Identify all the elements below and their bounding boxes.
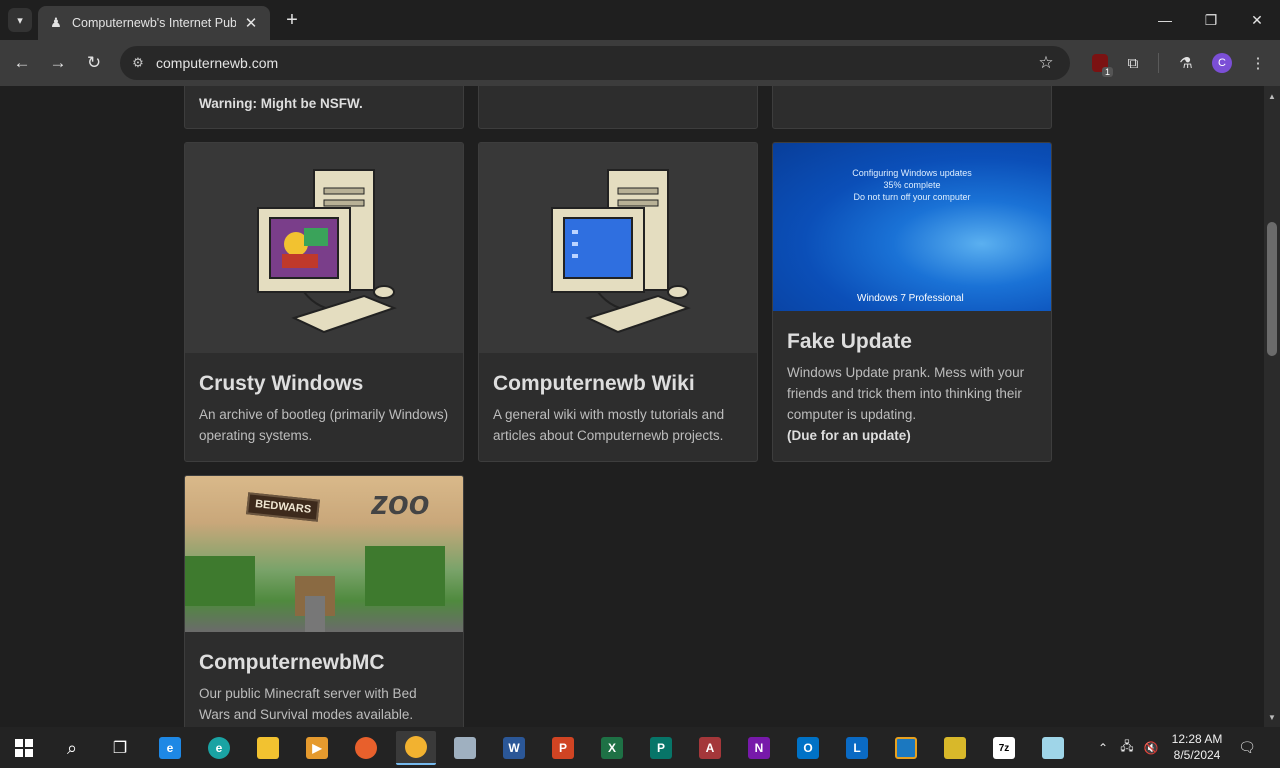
tray-chevron-icon[interactable]: ⌃ <box>1092 727 1114 768</box>
media-player-icon[interactable]: ▶ <box>297 731 337 765</box>
tab-close-icon[interactable]: ✕ <box>242 14 260 32</box>
card-computernewb-wiki[interactable]: Computernewb Wiki A general wiki with mo… <box>478 142 758 462</box>
card-description: An archive of bootleg (primarily Windows… <box>199 407 449 443</box>
firefox-icon[interactable] <box>346 731 386 765</box>
outlook-icon[interactable]: O <box>788 731 828 765</box>
site-favicon-icon: ♟ <box>50 15 62 30</box>
update-line-3: Do not turn off your computer <box>853 192 971 202</box>
active-tab[interactable]: ♟ Computernewb's Internet Pub ✕ <box>38 6 270 40</box>
card-description: A general wiki with mostly tutorials and… <box>493 407 725 443</box>
profile-initial: C <box>1212 53 1232 73</box>
update-screen-text: Configuring Windows updates 35% complete… <box>773 167 1051 203</box>
wiki-pc-image <box>479 143 757 353</box>
word-icon[interactable]: W <box>494 731 534 765</box>
tab-search-icon[interactable]: ▾ <box>8 8 32 32</box>
toolbar-divider <box>1158 53 1159 73</box>
scroll-up-icon[interactable]: ▲ <box>1264 88 1280 104</box>
chrome-canary-icon[interactable] <box>396 731 436 765</box>
card-computernewbmc[interactable]: BEDWARS zoo ComputernewbMC Our public Mi… <box>184 475 464 727</box>
publisher-icon[interactable]: P <box>641 731 681 765</box>
card-warning-note: Warning: Might be NSFW. <box>199 96 363 111</box>
tab-strip: ▾ ♟ Computernewb's Internet Pub ✕ + — ❐ … <box>0 0 1280 40</box>
card-title: Crusty Windows <box>199 372 364 395</box>
card-title: Fake Update <box>787 330 912 353</box>
lync-icon[interactable]: L <box>837 731 877 765</box>
powerpoint-icon[interactable]: P <box>543 731 583 765</box>
close-window-icon[interactable]: ✕ <box>1234 0 1280 40</box>
task-view-icon[interactable]: ❐ <box>100 731 140 765</box>
url-text[interactable]: computernewb.com <box>156 55 1036 71</box>
page-scrollbar[interactable]: ▲ ▼ <box>1264 86 1280 727</box>
search-icon[interactable]: ⌕ <box>52 731 92 765</box>
menu-kebab-icon[interactable]: ⋮ <box>1246 51 1270 75</box>
update-line-2: 35% complete <box>883 180 941 190</box>
notifications-icon[interactable]: 🗨 <box>1236 727 1258 768</box>
ublock-shield-icon: 1 <box>1092 54 1113 77</box>
clock-time: 12:28 AM <box>1171 732 1223 746</box>
extension-badge: 1 <box>1101 67 1113 77</box>
minimize-icon[interactable]: — <box>1142 0 1188 40</box>
start-icon[interactable] <box>4 731 44 765</box>
remote-desktop-icon[interactable] <box>445 731 485 765</box>
internet-explorer-icon[interactable]: e <box>150 731 190 765</box>
card-partial-2[interactable] <box>478 86 758 129</box>
access-icon[interactable]: A <box>690 731 730 765</box>
address-bar[interactable]: ⚙ computernewb.com ☆ <box>120 46 1070 80</box>
reload-icon[interactable]: ↻ <box>82 51 106 75</box>
winscp-icon[interactable] <box>935 731 975 765</box>
edge-canary-icon[interactable]: e <box>199 731 239 765</box>
crusty-pc-image <box>185 143 463 353</box>
page-content: Warning: Might be NSFW. Crusty Windows A… <box>0 86 1264 727</box>
minecraft-image: BEDWARS zoo <box>185 476 463 632</box>
scroll-down-icon[interactable]: ▼ <box>1264 709 1280 725</box>
virtualbox-icon[interactable] <box>886 731 926 765</box>
update-line-1: Configuring Windows updates <box>852 168 972 178</box>
extensions-puzzle-icon[interactable]: ⧉ <box>1121 51 1145 75</box>
site-info-icon[interactable]: ⚙ <box>128 55 148 71</box>
onenote-icon[interactable]: N <box>739 731 779 765</box>
ublock-extension-icon[interactable]: 1 <box>1088 51 1113 77</box>
7zip-icon[interactable]: 7z <box>984 731 1024 765</box>
network-icon[interactable]: 🖧 <box>1116 727 1138 768</box>
file-explorer-icon[interactable] <box>248 731 288 765</box>
card-title: ComputernewbMC <box>199 651 385 674</box>
profile-avatar[interactable]: C <box>1210 51 1234 75</box>
card-fake-update[interactable]: Configuring Windows updates 35% complete… <box>772 142 1052 462</box>
windows-logo-text: Windows 7 Professional <box>857 293 964 304</box>
taskbar-clock[interactable]: 12:28 AM 8/5/2024 <box>1162 731 1232 763</box>
bookmark-star-icon[interactable]: ☆ <box>1036 53 1056 73</box>
tab-title: Computernewb's Internet Pub <box>72 16 236 30</box>
labs-flask-icon[interactable]: ⚗ <box>1174 51 1198 75</box>
browser-toolbar: ← → ↻ ⚙ computernewb.com ☆ 1 ⧉ ⚗ C ⋮ <box>0 40 1280 86</box>
card-note: (Due for an update) <box>787 428 911 443</box>
new-tab-icon[interactable]: + <box>282 9 302 31</box>
taskbar: ⌕ ❐ e e ▶ W P X P A N O L 7z ⌃ 🖧 🔇 12:28… <box>0 727 1280 768</box>
windows-update-image: Configuring Windows updates 35% complete… <box>773 143 1051 311</box>
card-partial-3[interactable] <box>772 86 1052 129</box>
back-icon[interactable]: ← <box>10 51 34 75</box>
restore-icon[interactable]: ❐ <box>1188 0 1234 40</box>
notepad-icon[interactable] <box>1033 731 1073 765</box>
card-description: Our public Minecraft server with Bed War… <box>199 686 417 722</box>
card-title: Computernewb Wiki <box>493 372 695 395</box>
card-description: Windows Update prank. Mess with your fri… <box>787 365 1025 422</box>
excel-icon[interactable]: X <box>592 731 632 765</box>
scroll-thumb[interactable] <box>1267 222 1277 356</box>
card-crusty-windows[interactable]: Crusty Windows An archive of bootleg (pr… <box>184 142 464 462</box>
volume-muted-icon[interactable]: 🔇 <box>1140 727 1162 768</box>
forward-icon[interactable]: → <box>46 51 70 75</box>
clock-date: 8/5/2024 <box>1173 748 1221 762</box>
card-partial-1[interactable]: Warning: Might be NSFW. <box>184 86 464 129</box>
